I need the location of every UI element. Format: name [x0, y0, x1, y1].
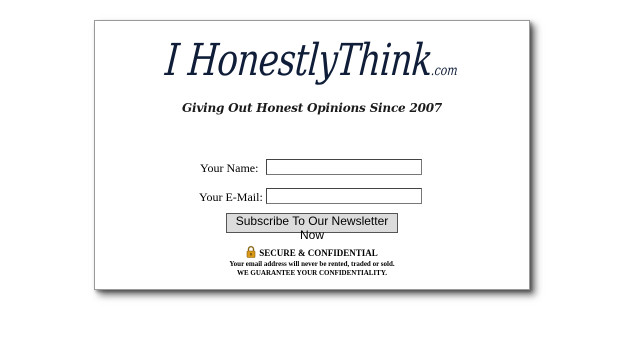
- privacy-note: Your email address will never be rented,…: [229, 260, 395, 268]
- name-field[interactable]: [266, 159, 422, 175]
- tagline: Giving Out Honest Opinions Since 2007: [181, 101, 443, 115]
- site-logo: I HonestlyThink.com: [141, 35, 484, 86]
- email-field[interactable]: [266, 188, 422, 204]
- name-label: Your Name:: [200, 161, 259, 175]
- lock-icon: [246, 246, 256, 258]
- logo-tld: .com: [430, 63, 459, 79]
- guarantee-note: WE GUARANTEE YOUR CONFIDENTIALITY.: [236, 269, 387, 277]
- logo-text: I HonestlyThink: [163, 35, 435, 86]
- secure-heading: SECURE & CONFIDENTIAL: [95, 246, 529, 259]
- secure-title: SECURE & CONFIDENTIAL: [259, 248, 378, 258]
- subscribe-button[interactable]: Subscribe To Our Newsletter Now: [226, 213, 398, 242]
- newsletter-card: I HonestlyThink.com Giving Out Honest Op…: [94, 20, 530, 290]
- email-label: Your E-Mail:: [199, 190, 263, 204]
